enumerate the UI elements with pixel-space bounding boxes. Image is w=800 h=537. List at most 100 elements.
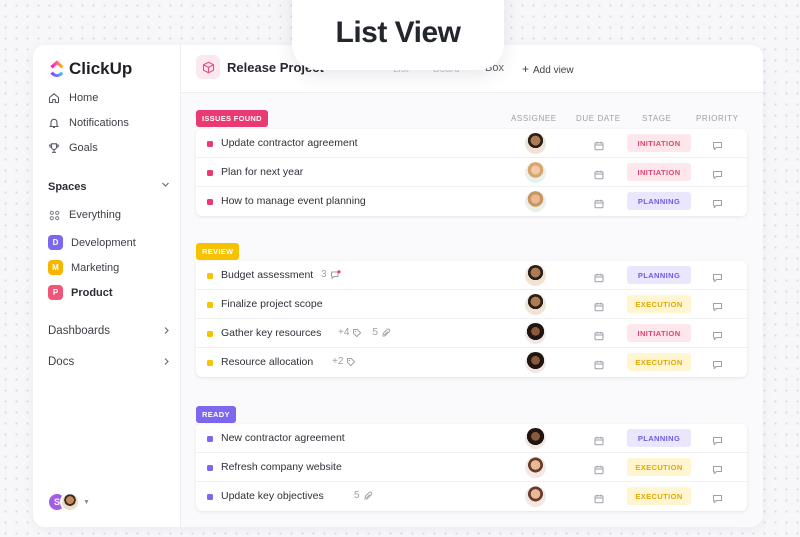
nav-item-notifications[interactable]: Notifications <box>48 117 129 129</box>
task-row[interactable]: Budget assessment 3 PLANNING <box>196 261 747 290</box>
calendar-icon[interactable] <box>594 433 604 446</box>
calendar-icon[interactable] <box>594 491 604 504</box>
priority-flag-icon[interactable] <box>712 491 723 504</box>
column-header-due-date[interactable]: DUE DATE <box>576 114 621 123</box>
task-name[interactable]: How to manage event planning <box>221 195 366 207</box>
space-marketing[interactable]: M Marketing <box>48 260 119 275</box>
group-status-badge[interactable]: READY <box>196 406 236 423</box>
stage-badge[interactable]: INITIATION <box>627 134 691 152</box>
task-row[interactable]: Refresh company website EXECUTION <box>196 453 747 482</box>
task-name[interactable]: Gather key resources <box>221 327 321 339</box>
app-logo[interactable]: ClickUp <box>49 59 132 79</box>
priority-flag-icon[interactable] <box>712 462 723 475</box>
hero-banner: List View <box>292 0 504 70</box>
stage-badge[interactable]: EXECUTION <box>627 295 691 313</box>
space-development[interactable]: D Development <box>48 235 136 250</box>
calendar-icon[interactable] <box>594 357 604 370</box>
task-group-card: Budget assessment 3 PLANNING Finalize proje… <box>196 261 747 377</box>
calendar-icon[interactable] <box>594 462 604 475</box>
assignee-avatar[interactable] <box>525 457 546 478</box>
priority-flag-icon[interactable] <box>712 196 723 209</box>
task-row[interactable]: Resource allocation +2 EXECUTION <box>196 348 747 377</box>
status-dot <box>207 465 213 471</box>
space-label: Everything <box>69 209 121 221</box>
assignee-avatar[interactable] <box>525 352 546 373</box>
task-row[interactable]: Plan for next year INITIATION <box>196 158 747 187</box>
priority-flag-icon[interactable] <box>712 357 723 370</box>
priority-flag-icon[interactable] <box>712 138 723 151</box>
column-header-priority[interactable]: PRIORITY <box>696 114 739 123</box>
user-menu[interactable]: S ▼ <box>47 492 90 512</box>
stage-badge[interactable]: PLANNING <box>627 192 691 210</box>
stage-badge[interactable]: PLANNING <box>627 429 691 447</box>
chevron-down-icon[interactable] <box>161 180 170 192</box>
tag-count: +4 <box>338 327 350 338</box>
assignee-avatar[interactable] <box>525 323 546 344</box>
priority-flag-icon[interactable] <box>712 433 723 446</box>
assignee-avatar[interactable] <box>525 486 546 507</box>
calendar-icon[interactable] <box>594 299 604 312</box>
assignee-avatar[interactable] <box>525 265 546 286</box>
nav-docs[interactable]: Docs <box>48 356 74 368</box>
calendar-icon[interactable] <box>594 196 604 209</box>
assignee-avatar[interactable] <box>525 294 546 315</box>
calendar-icon[interactable] <box>594 270 604 283</box>
task-row[interactable]: Update key objectives 5 EXECUTION <box>196 482 747 511</box>
paperclip-icon <box>363 491 373 501</box>
task-row[interactable]: How to manage event planning PLANNING <box>196 187 747 216</box>
task-name[interactable]: Refresh company website <box>221 461 342 473</box>
attachment-count: 5 <box>354 490 360 501</box>
assignee-avatar[interactable] <box>525 162 546 183</box>
assignee-avatar[interactable] <box>525 191 546 212</box>
task-name[interactable]: Update contractor agreement <box>221 137 358 149</box>
nav-label: Home <box>69 92 99 104</box>
task-row[interactable]: Finalize project scope EXECUTION <box>196 290 747 319</box>
task-name[interactable]: Resource allocation <box>221 356 313 368</box>
space-everything[interactable]: Everything <box>48 209 121 221</box>
task-name[interactable]: Plan for next year <box>221 166 303 178</box>
stage-badge[interactable]: INITIATION <box>627 324 691 342</box>
chevron-right-icon[interactable] <box>162 326 171 338</box>
stage-badge[interactable]: EXECUTION <box>627 353 691 371</box>
task-name[interactable]: New contractor agreement <box>221 432 345 444</box>
task-meta[interactable]: +2 <box>332 356 356 367</box>
stage-badge[interactable]: EXECUTION <box>627 458 691 476</box>
nav-dashboards[interactable]: Dashboards <box>48 325 110 337</box>
space-badge: P <box>48 285 63 300</box>
priority-flag-icon[interactable] <box>712 167 723 180</box>
priority-flag-icon[interactable] <box>712 328 723 341</box>
task-meta[interactable]: +4 5 <box>338 327 391 338</box>
task-name[interactable]: Finalize project scope <box>221 298 323 310</box>
stage-badge[interactable]: PLANNING <box>627 266 691 284</box>
priority-flag-icon[interactable] <box>712 270 723 283</box>
task-meta[interactable]: 3 <box>321 269 341 280</box>
task-name[interactable]: Budget assessment <box>221 269 313 281</box>
calendar-icon[interactable] <box>594 328 604 341</box>
teammate-avatar <box>60 492 80 512</box>
priority-flag-icon[interactable] <box>712 299 723 312</box>
calendar-icon[interactable] <box>594 167 604 180</box>
task-meta[interactable]: 5 <box>344 490 373 501</box>
hero-title: List View <box>335 16 462 49</box>
group-status-badge[interactable]: ISSUES FOUND <box>196 110 268 127</box>
task-name[interactable]: Update key objectives <box>221 490 324 502</box>
spaces-heading[interactable]: Spaces <box>48 181 87 193</box>
space-product[interactable]: P Product <box>48 285 113 300</box>
task-row[interactable]: Update contractor agreement INITIATION <box>196 129 747 158</box>
chevron-right-icon[interactable] <box>162 357 171 369</box>
calendar-icon[interactable] <box>594 138 604 151</box>
nav-label: Dashboards <box>48 325 111 337</box>
task-row[interactable]: New contractor agreement PLANNING <box>196 424 747 453</box>
nav-item-goals[interactable]: Goals <box>48 142 98 154</box>
column-header-stage[interactable]: STAGE <box>642 114 672 123</box>
task-row[interactable]: Gather key resources +4 5 INITIATION <box>196 319 747 348</box>
stage-badge[interactable]: INITIATION <box>627 163 691 181</box>
status-dot <box>207 494 213 500</box>
nav-item-home[interactable]: Home <box>48 92 98 104</box>
group-status-badge[interactable]: REVIEW <box>196 243 240 260</box>
assignee-avatar[interactable] <box>525 428 546 449</box>
column-header-assignee[interactable]: ASSIGNEE <box>511 114 557 123</box>
stage-badge[interactable]: EXECUTION <box>627 487 691 505</box>
assignee-avatar[interactable] <box>525 133 546 154</box>
add-view-button[interactable]: + Add view <box>522 62 574 76</box>
